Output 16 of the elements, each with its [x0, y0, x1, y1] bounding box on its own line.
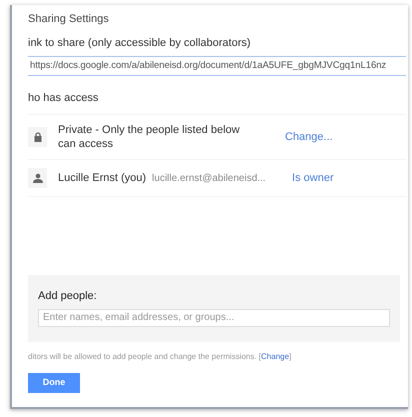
access-description: Private - Only the people listed below can access — [58, 123, 241, 151]
section-heading: ho has access — [28, 90, 406, 115]
person-email: lucille.ernst@abileneisd... — [152, 172, 267, 186]
done-button[interactable]: Done — [28, 373, 80, 393]
url-field[interactable]: https://docs.google.com/a/abileneisd.org/document/d/1aA5UFE_gbgMJVCgq1nL16nz — [28, 56, 406, 76]
permissions-note: ditors will be allowed to add people and change the permissions. [Change] — [28, 351, 292, 363]
lock-icon — [34, 132, 42, 142]
change-link[interactable]: Change — [261, 352, 290, 361]
people-input[interactable]: Enter names, email addresses, or groups... — [38, 308, 390, 326]
field-label: ink to share (only accessible by collaborators) — [28, 36, 252, 51]
person-name: Lucille Ernst (you) — [58, 170, 146, 186]
change-link[interactable]: Change... — [285, 128, 333, 146]
field-label: Add people: — [38, 288, 98, 304]
person-icon — [32, 173, 42, 183]
dialog-title: Sharing Settings — [28, 13, 110, 25]
owner-label: Is owner — [292, 170, 334, 186]
